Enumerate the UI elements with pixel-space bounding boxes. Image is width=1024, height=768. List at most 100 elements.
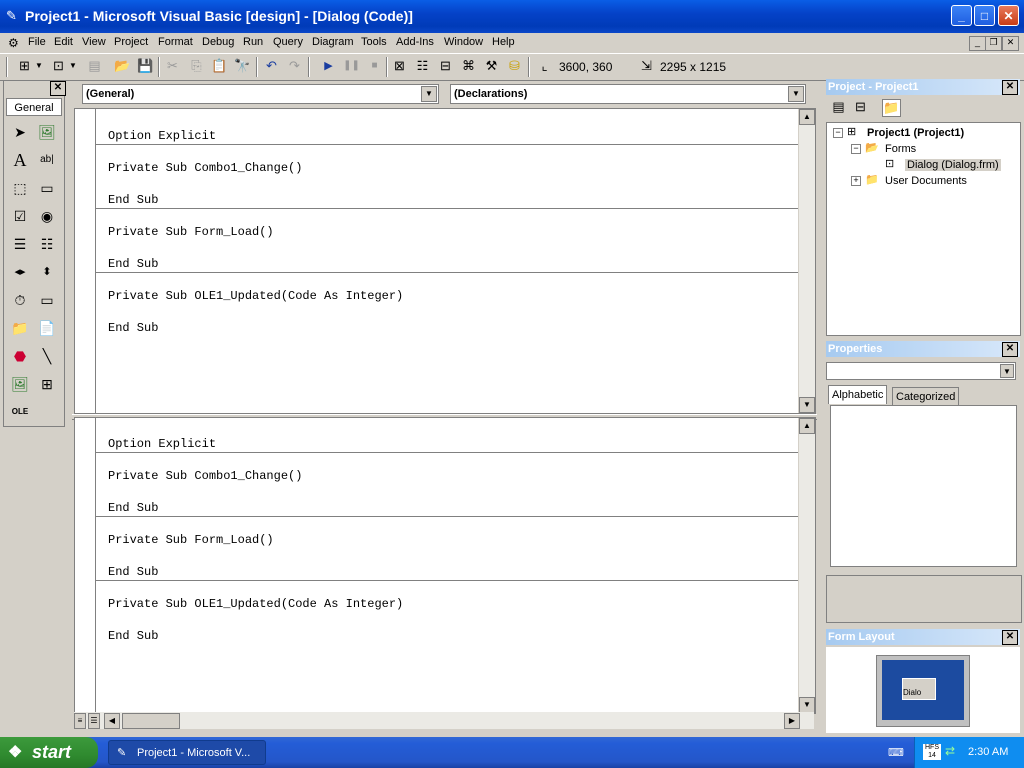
scroll-up-icon[interactable]: ▲ — [799, 418, 815, 434]
properties-window-icon[interactable]: ☷ — [414, 58, 431, 74]
hscrollbar-tool-icon[interactable]: ◂▸ — [9, 262, 31, 282]
menu-diagram[interactable]: Diagram — [312, 36, 354, 48]
properties-grid[interactable] — [830, 405, 1017, 567]
tab-alphabetic[interactable]: Alphabetic — [828, 385, 888, 404]
toolbox-close-button[interactable]: ✕ — [50, 81, 66, 96]
data-tool-icon[interactable]: ⊞ — [36, 374, 58, 394]
menu-tools[interactable]: Tools — [361, 36, 387, 48]
object-browser-icon[interactable]: ⌘ — [460, 58, 477, 74]
panel-title[interactable]: Form Layout — [826, 629, 1020, 645]
tree-item-project[interactable]: Project1 (Project1) — [867, 127, 964, 139]
filelistbox-tool-icon[interactable]: 📄 — [36, 318, 58, 338]
scroll-up-icon[interactable]: ▲ — [799, 109, 815, 125]
shape-tool-icon[interactable]: ⬣ — [9, 346, 31, 366]
listbox-tool-icon[interactable]: ☷ — [36, 234, 58, 254]
data-view-icon[interactable]: ⛁ — [506, 58, 523, 74]
vscrollbar-tool-icon[interactable]: ⬍ — [36, 262, 58, 282]
scroll-thumb[interactable] — [122, 713, 180, 729]
undo-icon[interactable]: ↶ — [263, 58, 280, 74]
menu-help[interactable]: Help — [492, 36, 515, 48]
maximize-button[interactable]: □ — [974, 5, 995, 26]
label-tool-icon[interactable]: A — [9, 150, 31, 170]
chevron-down-icon[interactable]: ▼ — [1000, 364, 1014, 378]
code-line[interactable]: End Sub — [108, 257, 158, 271]
full-module-view-icon[interactable]: ☰ — [88, 713, 100, 729]
scroll-left-icon[interactable]: ◀ — [104, 713, 120, 729]
frame-tool-icon[interactable]: ⬚ — [9, 178, 31, 198]
procedure-combo[interactable]: (Declarations) ▼ — [450, 84, 806, 104]
chevron-down-icon[interactable]: ▼ — [788, 86, 804, 102]
menu-file[interactable]: File — [28, 36, 46, 48]
optionbutton-tool-icon[interactable]: ◉ — [36, 206, 58, 226]
paste-icon[interactable]: 📋 — [211, 58, 228, 74]
add-project-icon[interactable]: ⊞ — [16, 58, 33, 74]
scroll-down-icon[interactable]: ▼ — [799, 397, 815, 413]
code-line[interactable]: End Sub — [108, 193, 158, 207]
horizontal-scrollbar[interactable]: ≡ ☰ ◀ ▶ — [74, 712, 814, 729]
open-folder-icon[interactable]: 📂 — [114, 58, 131, 74]
code-line[interactable]: End Sub — [108, 629, 158, 643]
menu-editor-icon[interactable]: ▤ — [86, 58, 103, 74]
timer-tool-icon[interactable]: ⏱ — [9, 290, 31, 310]
clock[interactable]: 2:30 AM — [968, 746, 1008, 758]
toolbox-icon[interactable]: ⚒ — [483, 58, 500, 74]
checkbox-tool-icon[interactable]: ☑ — [9, 206, 31, 226]
minimize-button[interactable]: _ — [951, 5, 972, 26]
menu-add-ins[interactable]: Add-Ins — [396, 36, 434, 48]
taskbar-item-vb[interactable]: ✎ Project1 - Microsoft V... — [108, 740, 266, 765]
run-icon[interactable]: ▶ — [320, 58, 337, 74]
save-icon[interactable]: 💾 — [137, 58, 154, 74]
code-line[interactable]: Option Explicit — [108, 437, 216, 451]
vertical-scrollbar[interactable]: ▲ ▼ — [798, 418, 815, 713]
scroll-right-icon[interactable]: ▶ — [784, 713, 800, 729]
image-tool-icon[interactable]: 🖼 — [9, 374, 31, 394]
code-line[interactable]: Private Sub OLE1_Updated(Code As Integer… — [108, 597, 403, 611]
code-line[interactable]: Private Sub OLE1_Updated(Code As Integer… — [108, 289, 403, 303]
redo-icon[interactable]: ↷ — [286, 58, 303, 74]
menu-project[interactable]: Project — [114, 36, 148, 48]
view-object-icon[interactable]: ⊟ — [852, 99, 869, 115]
ole-tool-icon[interactable]: OLE — [9, 402, 31, 422]
menu-debug[interactable]: Debug — [202, 36, 234, 48]
tree-item-user-documents[interactable]: User Documents — [885, 175, 967, 187]
menu-edit[interactable]: Edit — [54, 36, 73, 48]
close-icon[interactable]: ✕ — [1002, 80, 1018, 95]
menu-app-icon[interactable]: ⚙ — [8, 36, 19, 50]
menu-view[interactable]: View — [82, 36, 106, 48]
menu-format[interactable]: Format — [158, 36, 193, 48]
project-explorer-icon[interactable]: ⊠ — [391, 58, 408, 74]
dropdown-arrow-icon[interactable]: ▼ — [34, 58, 44, 74]
dropdown-arrow-icon[interactable]: ▼ — [68, 58, 78, 74]
chevron-down-icon[interactable]: ▼ — [421, 86, 437, 102]
scroll-down-icon[interactable]: ▼ — [799, 697, 815, 713]
start-button[interactable]: ❖ start — [0, 737, 98, 768]
network-icon[interactable]: ⇄ — [945, 744, 955, 758]
close-icon[interactable]: ✕ — [1002, 342, 1018, 357]
keyboard-icon[interactable]: ⌨ — [888, 746, 904, 759]
code-line[interactable]: End Sub — [108, 321, 158, 335]
vertical-scrollbar[interactable]: ▲ ▼ — [798, 109, 815, 413]
object-selector[interactable]: ▼ — [826, 362, 1016, 380]
drivelistbox-tool-icon[interactable]: ▭ — [36, 290, 58, 310]
code-line[interactable]: End Sub — [108, 565, 158, 579]
pointer-tool-icon[interactable]: ➤ — [9, 122, 31, 142]
menu-run[interactable]: Run — [243, 36, 263, 48]
mdi-restore-button[interactable]: ❐ — [985, 36, 1002, 51]
textbox-tool-icon[interactable]: ab| — [36, 150, 58, 170]
panel-title[interactable]: Project - Project1 — [826, 79, 1020, 95]
copy-icon[interactable]: ⎘ — [188, 58, 205, 74]
pause-icon[interactable]: ❚❚ — [343, 58, 360, 74]
mdi-close-button[interactable]: ✕ — [1002, 36, 1019, 51]
expand-icon[interactable]: + — [851, 176, 861, 186]
toggle-folders-icon[interactable]: 📁 — [882, 99, 901, 117]
code-line[interactable]: End Sub — [108, 501, 158, 515]
code-line[interactable]: Private Sub Form_Load() — [108, 533, 274, 547]
view-code-icon[interactable]: ▤ — [830, 99, 847, 115]
margin-indicator-bar[interactable] — [75, 418, 96, 713]
code-line[interactable]: Private Sub Form_Load() — [108, 225, 274, 239]
form-layout-icon[interactable]: ⊟ — [437, 58, 454, 74]
commandbutton-tool-icon[interactable]: ▭ — [36, 178, 58, 198]
procedure-view-icon[interactable]: ≡ — [74, 713, 86, 729]
calendar-icon[interactable]: HFS 14 — [923, 744, 941, 760]
combobox-tool-icon[interactable]: ☰ — [9, 234, 31, 254]
